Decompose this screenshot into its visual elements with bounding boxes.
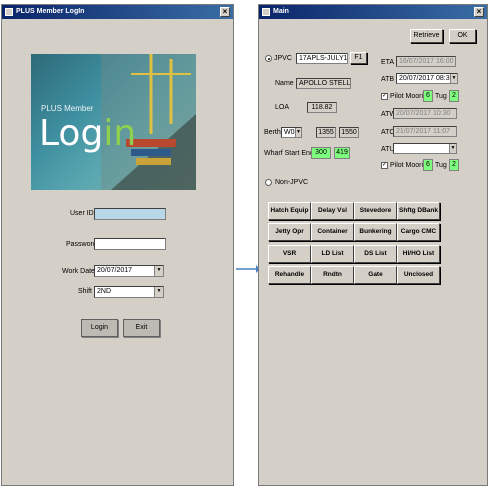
chevron-down-icon[interactable]: ▼	[154, 266, 163, 276]
work-date-value: 20/07/2017	[97, 267, 133, 274]
unclosed-button[interactable]: Unclosed	[397, 266, 440, 284]
chevron-down-icon[interactable]: ▼	[449, 144, 456, 153]
cargo-cmc-button[interactable]: Cargo CMC	[397, 223, 440, 241]
pilot2-field[interactable]: 6	[423, 159, 433, 171]
hi-ho-list-button[interactable]: HI/HO List	[397, 245, 440, 263]
wharf-label: Wharf Start End	[264, 150, 314, 157]
chevron-down-icon[interactable]: ▼	[154, 287, 163, 297]
login-titlebar: PLUS Member LogIn ×	[2, 5, 233, 19]
gate-button[interactable]: Gate	[354, 266, 397, 284]
main-window: Main × Retrieve OK JPVC 17APLS-JULY1 F1 …	[258, 4, 488, 486]
atw-field: 20/07/2017 10:30	[393, 108, 457, 119]
berth-select[interactable]: W08 ▼	[281, 127, 302, 138]
work-date-select[interactable]: 20/07/2017 ▼	[94, 265, 164, 277]
wharf-end-field[interactable]: 419	[334, 147, 350, 159]
password-label: Password	[66, 241, 97, 248]
atb-label: ATB	[381, 76, 395, 83]
tug1-label: Tug	[435, 93, 447, 100]
close-icon[interactable]: ×	[220, 7, 230, 17]
user-id-label: User ID	[70, 210, 94, 217]
exit-button[interactable]: Exit	[123, 319, 160, 337]
pilot1-field[interactable]: 6	[423, 90, 433, 102]
ld-list-button[interactable]: LD List	[311, 245, 354, 263]
banner-title-log: Log	[39, 113, 104, 154]
banner-title: Login	[39, 114, 136, 154]
retrieve-button[interactable]: Retrieve	[410, 29, 443, 43]
bunkering-button[interactable]: Bunkering	[354, 223, 397, 241]
stevedore-button[interactable]: Stevedore	[354, 202, 397, 220]
jpvc-radio[interactable]	[265, 55, 272, 62]
eta-label: ETA	[381, 59, 395, 66]
jpvc-label: JPVC	[274, 55, 292, 62]
berth-to-field: 1550	[339, 127, 359, 138]
name-label: Name	[275, 80, 294, 87]
pilot1-checkbox[interactable]: ✓	[381, 93, 388, 100]
banner-subtitle: PLUS Member	[41, 104, 94, 113]
user-id-input[interactable]	[94, 208, 166, 220]
work-date-label: Work Date	[62, 268, 95, 275]
app-icon	[5, 8, 13, 16]
atc-field: 21/07/2017 11:07	[393, 126, 457, 137]
close-icon[interactable]: ×	[474, 7, 484, 17]
berth-from-field: 1355	[316, 127, 336, 138]
f1-button[interactable]: F1	[350, 52, 367, 64]
ds-list-button[interactable]: DS List	[354, 245, 397, 263]
non-jpvc-radio[interactable]	[265, 179, 272, 186]
loa-label: LOA	[275, 104, 290, 111]
login-banner: PLUS Member Login	[31, 54, 196, 190]
tug2-label: Tug	[435, 162, 447, 169]
rndtn-button[interactable]: Rndtn	[311, 266, 354, 284]
pilot1-label: Pilot Moorin	[390, 93, 427, 100]
atu-select[interactable]: ▼	[393, 143, 457, 154]
name-field: APOLLO STELLA	[296, 78, 351, 89]
container-button[interactable]: Container	[311, 223, 354, 241]
tug2-field[interactable]: 2	[449, 159, 459, 171]
ok-button[interactable]: OK	[449, 29, 476, 43]
shift-value: 2ND	[97, 288, 112, 295]
berth-label: Berth	[264, 129, 281, 136]
jpvc-input[interactable]: 17APLS-JULY1	[296, 53, 348, 64]
login-title: PLUS Member LogIn	[16, 8, 85, 15]
banner-title-in: in	[103, 113, 137, 154]
app-icon	[262, 8, 270, 16]
non-jpvc-label: Non-JPVC	[275, 179, 309, 186]
main-titlebar: Main ×	[259, 5, 487, 19]
pilot2-label: Pilot Moorin	[390, 162, 427, 169]
rehandle-button[interactable]: Rehandle	[268, 266, 311, 284]
atb-select[interactable]: 20/07/2017 08:30 ▼	[396, 73, 458, 84]
delay-vsl-button[interactable]: Delay Vsl	[311, 202, 354, 220]
shift-select[interactable]: 2ND ▼	[94, 286, 164, 298]
shftg-dbank-button[interactable]: Shftg DBank	[397, 202, 440, 220]
wharf-start-field[interactable]: 300	[311, 147, 331, 159]
chevron-down-icon[interactable]: ▼	[450, 74, 457, 83]
login-window: PLUS Member LogIn × PLUS Member Login Us…	[1, 4, 234, 486]
eta-field: 16/07/2017 16:00	[396, 56, 456, 67]
right-arrow-icon	[236, 265, 260, 273]
vsr-button[interactable]: VSR	[268, 245, 311, 263]
main-title: Main	[273, 8, 289, 15]
jetty-opr-button[interactable]: Jetty Opr	[268, 223, 311, 241]
chevron-down-icon[interactable]: ▼	[295, 128, 301, 137]
tug1-field[interactable]: 2	[449, 90, 459, 102]
shift-label: Shift	[78, 288, 93, 295]
loa-field: 118.82	[307, 102, 337, 113]
login-button[interactable]: Login	[81, 319, 118, 337]
atb-value: 20/07/2017 08:30	[399, 75, 454, 82]
pilot2-checkbox[interactable]: ✓	[381, 162, 388, 169]
password-input[interactable]	[94, 238, 166, 250]
hatch-equip-button[interactable]: Hatch Equip	[268, 202, 311, 220]
